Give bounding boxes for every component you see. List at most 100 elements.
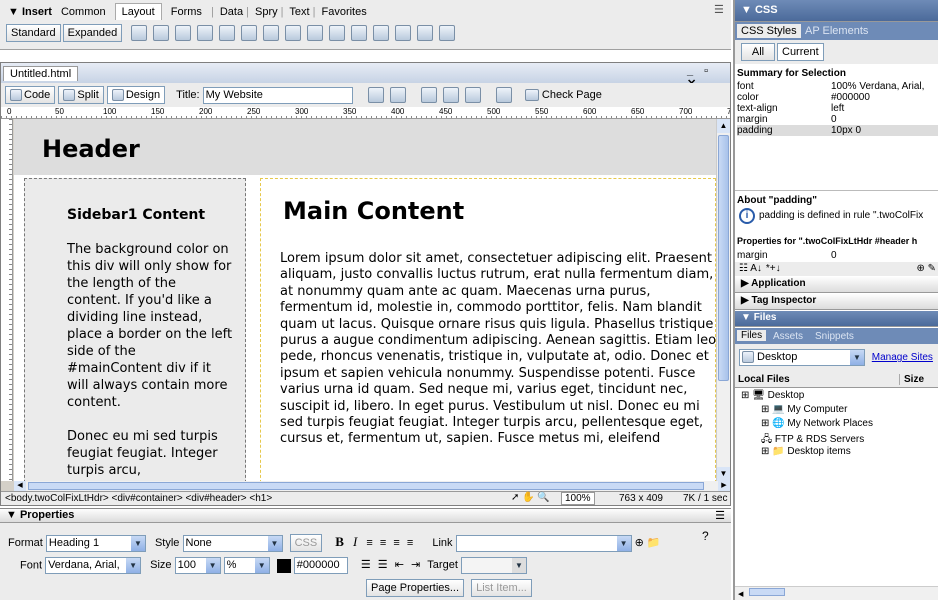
scroll-right-icon[interactable]: ▶ [718, 481, 730, 491]
align-left-icon[interactable]: ≡ [366, 537, 372, 549]
list-item-button[interactable]: List Item... [471, 579, 532, 597]
col-size[interactable]: Size [899, 374, 924, 385]
properties-header[interactable]: ▼ Properties ☰ [0, 509, 731, 523]
manage-sites-link[interactable]: Manage Sites [872, 352, 933, 363]
refresh-icon[interactable] [420, 87, 437, 104]
summary-row[interactable]: margin 0 [737, 114, 938, 125]
all-mode-button[interactable]: All [741, 43, 775, 61]
ordered-list-icon[interactable]: ☰ [378, 559, 388, 571]
window-size[interactable]: 763 x 409 [619, 493, 663, 504]
bold-icon[interactable]: B [335, 534, 344, 549]
tab-files[interactable]: Files [737, 330, 767, 341]
frames-dropdown-icon[interactable] [395, 25, 412, 41]
insert-menu-icon[interactable]: ☰ [714, 3, 724, 16]
column-right-icon[interactable] [351, 25, 368, 41]
scroll-thumb[interactable] [718, 135, 729, 381]
unit-select[interactable]: % ▼ [223, 557, 270, 574]
style-select[interactable]: None ▼ [182, 534, 283, 552]
view-options-icon[interactable] [442, 87, 459, 104]
preview-browser-icon[interactable] [389, 87, 406, 104]
summary-row[interactable]: font 100% Verdana, Arial, [737, 81, 938, 92]
italic-icon[interactable]: I [353, 534, 357, 549]
tab-ap-elements[interactable]: AP Elements [805, 25, 868, 37]
summary-row[interactable]: color #000000 [737, 92, 938, 103]
align-right-icon[interactable]: ≡ [393, 537, 399, 549]
vertical-scrollbar[interactable]: ▲ ▼ [716, 119, 730, 481]
expanded-mode-button[interactable]: Expanded [62, 24, 123, 42]
outdent-icon[interactable]: ⇤ [395, 559, 404, 571]
frame-icon[interactable] [373, 25, 390, 41]
unordered-list-icon[interactable]: ☰ [361, 559, 371, 571]
sidebar-div[interactable]: Sidebar1 Content The background color on… [24, 178, 246, 481]
row-below-icon[interactable] [307, 25, 324, 41]
standard-mode-button[interactable]: Standard [6, 24, 61, 42]
document-tab[interactable]: Untitled.html [3, 66, 79, 81]
spry-icon[interactable] [417, 25, 434, 41]
tab-forms[interactable]: Forms [165, 4, 208, 20]
tag-selector[interactable]: <body.twoColFixLtHdr> <div#container> <d… [5, 493, 272, 504]
main-content-div[interactable]: Main Content Lorem ipsum dolor sit amet,… [260, 178, 716, 481]
layer-icon[interactable] [153, 25, 170, 41]
grid-icon[interactable] [263, 25, 280, 41]
indent-icon[interactable]: ⇥ [411, 559, 420, 571]
title-input[interactable]: My Website [202, 86, 353, 104]
h-scroll-thumb[interactable] [28, 482, 704, 490]
page-properties-button[interactable]: Page Properties... [366, 579, 465, 597]
font-select[interactable]: Verdana, Arial, ▼ [45, 557, 142, 574]
tab-common[interactable]: Common [55, 4, 112, 20]
select-tool-icon[interactable]: ➚ ✋ 🔍 [511, 492, 550, 503]
application-panel-header[interactable]: ▶ Application [735, 277, 938, 293]
justify-icon[interactable]: ≡ [407, 537, 413, 549]
tab-text[interactable]: Text [289, 6, 309, 18]
tree-item[interactable]: ⊞ 📁 Desktop items [735, 446, 938, 460]
tab-css-styles[interactable]: CSS Styles [737, 24, 801, 38]
tree-item[interactable]: ⊞ 🌐 My Network Places [735, 418, 938, 432]
tab-data[interactable]: Data [220, 6, 243, 18]
align-center-icon[interactable]: ≡ [380, 537, 386, 549]
files-panel-header[interactable]: ▼ Files [735, 311, 938, 327]
zoom-select[interactable]: 100% [561, 492, 595, 505]
browse-folder-icon[interactable]: 📁 [647, 537, 661, 549]
layout-table-icon[interactable] [219, 25, 236, 41]
table-icon[interactable] [131, 25, 148, 41]
color-swatch[interactable] [276, 558, 291, 573]
summary-row[interactable]: padding 10px 0 [737, 125, 938, 136]
files-hscroll[interactable]: ◀ [735, 586, 938, 600]
layout-cell-icon[interactable] [241, 25, 258, 41]
file-management-icon[interactable] [367, 87, 384, 104]
header-heading[interactable]: Header [42, 135, 688, 163]
horizontal-scrollbar[interactable]: ◀ ▶ [14, 481, 730, 491]
scroll-up-icon[interactable]: ▲ [717, 119, 730, 133]
tab-favorites[interactable]: Favorites [321, 6, 366, 18]
column-left-icon[interactable] [329, 25, 346, 41]
tree-item[interactable]: 🖧 FTP & RDS Servers [735, 432, 938, 446]
current-mode-button[interactable]: Current [777, 43, 824, 61]
size-select[interactable]: 100 ▼ [174, 557, 221, 574]
tab-assets[interactable]: Assets [773, 331, 803, 342]
category-view-icon[interactable]: ☷ A↓ [739, 263, 762, 274]
code-view-button[interactable]: Code [5, 86, 56, 105]
visual-aids-icon[interactable] [464, 87, 481, 104]
help-icon[interactable]: ? [702, 529, 709, 543]
tab-layout[interactable]: Layout [114, 3, 162, 20]
files-scroll-left-icon[interactable]: ◀ [738, 591, 743, 598]
design-canvas[interactable]: Header Sidebar1 Content The background c… [14, 119, 716, 481]
check-page-button[interactable]: Check Page [521, 87, 606, 103]
color-input[interactable]: #000000 [293, 557, 348, 574]
col-local-files[interactable]: Local Files [738, 374, 790, 385]
set-properties-icon[interactable]: *+↓ [766, 263, 781, 274]
site-select[interactable]: Desktop ▼ [739, 349, 865, 366]
scroll-left-icon[interactable]: ◀ [14, 481, 26, 491]
ap-div-icon[interactable] [197, 25, 214, 41]
tree-item[interactable]: ⊞ 💻 My Computer [735, 404, 938, 418]
point-to-file-icon[interactable]: ⊕ [635, 537, 644, 549]
tab-spry[interactable]: Spry [255, 6, 278, 18]
css-panel-header[interactable]: ▼ CSS [735, 0, 938, 22]
tab-snippets[interactable]: Snippets [815, 331, 854, 342]
insert-bar-title[interactable]: ▼ Insert [8, 6, 52, 18]
div-icon[interactable] [175, 25, 192, 41]
design-view-button[interactable]: Design [106, 86, 166, 105]
scroll-down-icon[interactable]: ▼ [717, 467, 730, 481]
tree-item[interactable]: ⊞ 🖥 Desktop [735, 390, 938, 404]
summary-row[interactable]: text-align left [737, 103, 938, 114]
